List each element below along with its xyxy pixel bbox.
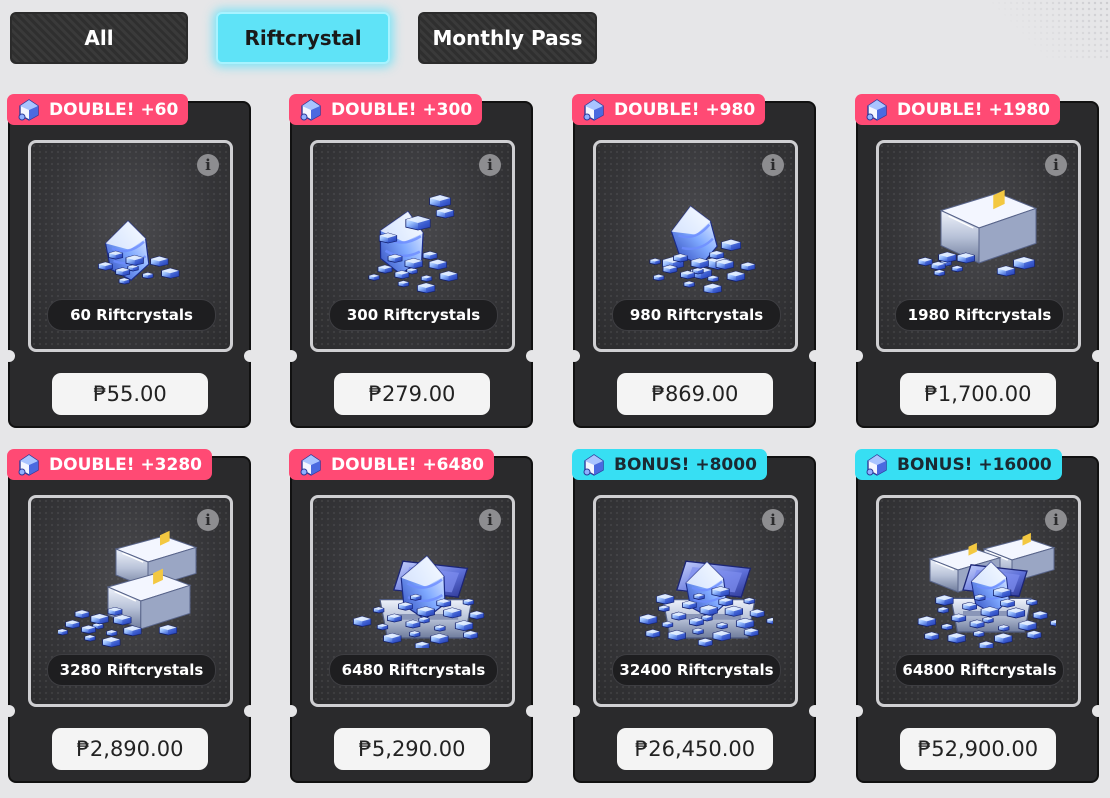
bonus-badge-label: BONUS! +16000	[897, 454, 1052, 475]
bonus-badge-label: DOUBLE! +3280	[49, 454, 202, 475]
card-body: i	[851, 456, 1104, 783]
card-notch	[568, 350, 580, 362]
card-notch	[526, 705, 538, 717]
riftcrystal-icon	[16, 98, 42, 122]
product-card[interactable]: i	[568, 449, 821, 783]
tab-riftcrystal[interactable]: Riftcrystal	[216, 12, 390, 64]
product-card[interactable]: i	[3, 449, 256, 783]
product-amount: 300 Riftcrystals	[329, 299, 498, 331]
decorative-dot-pattern	[990, 0, 1110, 60]
card-body: i	[3, 456, 256, 783]
bonus-badge-label: DOUBLE! +980	[614, 99, 756, 120]
card-notch	[809, 705, 821, 717]
bonus-badge-label: DOUBLE! +300	[331, 99, 473, 120]
product-image-frame: i	[310, 140, 515, 352]
crystal-pile-icon	[340, 163, 490, 294]
bonus-badge: DOUBLE! +1980	[855, 94, 1060, 125]
product-amount: 1980 Riftcrystals	[895, 299, 1064, 331]
price-button[interactable]: ₱279.00	[334, 373, 490, 415]
product-card[interactable]: i	[285, 94, 538, 428]
card-body: i	[568, 456, 821, 783]
card-body: i	[285, 456, 538, 783]
product-amount: 3280 Riftcrystals	[47, 654, 216, 686]
card-notch	[526, 350, 538, 362]
card-notch	[1092, 705, 1104, 717]
product-card[interactable]: i	[568, 94, 821, 428]
bonus-badge: DOUBLE! +6480	[289, 449, 494, 480]
product-image-frame: i	[28, 495, 233, 707]
product-amount: 60 Riftcrystals	[47, 299, 216, 331]
crystal-pile-icon	[623, 163, 773, 295]
product-image-frame: i	[876, 495, 1081, 707]
price-button[interactable]: ₱5,290.00	[334, 728, 490, 770]
bonus-badge: BONUS! +16000	[855, 449, 1062, 480]
tab-all[interactable]: All	[10, 12, 188, 64]
price-button[interactable]: ₱2,890.00	[52, 728, 208, 770]
riftcrystal-icon	[298, 453, 324, 477]
crystal-case-stack-icon	[56, 518, 208, 648]
price-button[interactable]: ₱26,450.00	[617, 728, 773, 770]
open-crystal-chest-icon	[340, 518, 490, 651]
card-notch	[851, 705, 863, 717]
product-card[interactable]: i	[851, 94, 1104, 428]
riftcrystal-icon	[16, 453, 42, 477]
product-amount: 6480 Riftcrystals	[329, 654, 498, 686]
tab-monthly-pass-label: Monthly Pass	[432, 26, 583, 50]
card-body: i	[285, 101, 538, 428]
product-amount: 980 Riftcrystals	[612, 299, 781, 331]
bonus-badge-label: BONUS! +8000	[614, 454, 757, 475]
product-card[interactable]: i	[3, 94, 256, 428]
product-card[interactable]: i	[851, 449, 1104, 783]
product-card[interactable]: i	[285, 449, 538, 783]
riftcrystal-icon	[864, 98, 890, 122]
crystal-pile-icon	[58, 163, 208, 293]
card-notch	[3, 350, 15, 362]
price-button[interactable]: ₱1,700.00	[900, 373, 1056, 415]
bonus-badge-label: DOUBLE! +60	[49, 99, 179, 120]
riftcrystal-icon	[864, 453, 890, 477]
tab-all-label: All	[84, 26, 114, 50]
bonus-badge-label: DOUBLE! +1980	[897, 99, 1050, 120]
card-notch	[244, 705, 256, 717]
tab-riftcrystal-label: Riftcrystal	[244, 26, 362, 50]
product-image-frame: i	[593, 140, 798, 352]
bonus-badge: DOUBLE! +980	[572, 94, 766, 125]
product-amount: 64800 Riftcrystals	[895, 654, 1064, 686]
card-notch	[3, 705, 15, 717]
card-notch	[285, 350, 297, 362]
product-image-frame: i	[876, 140, 1081, 352]
product-image-frame: i	[28, 140, 233, 352]
riftcrystal-icon	[581, 453, 607, 477]
bonus-badge: DOUBLE! +3280	[7, 449, 212, 480]
product-amount: 32400 Riftcrystals	[612, 654, 781, 686]
tab-monthly-pass[interactable]: Monthly Pass	[418, 12, 597, 64]
card-body: i	[851, 101, 1104, 428]
card-notch	[285, 705, 297, 717]
card-notch	[809, 350, 821, 362]
open-crystal-chest-icon	[623, 518, 778, 648]
bonus-badge: DOUBLE! +60	[7, 94, 189, 125]
card-notch	[568, 705, 580, 717]
card-notch	[244, 350, 256, 362]
product-image-frame: i	[310, 495, 515, 707]
card-body: i	[568, 101, 821, 428]
product-image-frame: i	[593, 495, 798, 707]
bonus-badge: DOUBLE! +300	[289, 94, 483, 125]
bonus-badge: BONUS! +8000	[572, 449, 767, 480]
riftcrystal-icon	[298, 98, 324, 122]
card-body: i	[3, 101, 256, 428]
bonus-badge-label: DOUBLE! +6480	[331, 454, 484, 475]
price-button[interactable]: ₱55.00	[52, 373, 208, 415]
crystal-chest-stack-icon	[906, 518, 1062, 650]
card-notch	[851, 350, 863, 362]
price-button[interactable]: ₱52,900.00	[900, 728, 1056, 770]
crystal-case-icon	[906, 163, 1056, 293]
price-button[interactable]: ₱869.00	[617, 373, 773, 415]
riftcrystal-icon	[581, 98, 607, 122]
card-notch	[1092, 350, 1104, 362]
